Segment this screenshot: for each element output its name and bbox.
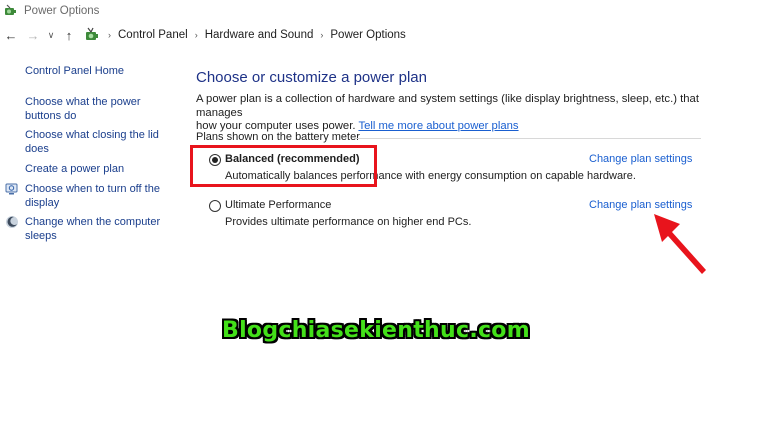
sidebar-item-turn-off-display[interactable]: Choose when to turn off the display: [25, 182, 160, 210]
sidebar-item-label: display: [25, 197, 60, 209]
breadcrumb-separator-icon: ›: [320, 30, 324, 40]
group-divider: [356, 138, 701, 139]
sidebar-item-label: Choose when to turn off the: [25, 183, 160, 195]
forward-arrow-icon[interactable]: →: [22, 24, 44, 46]
title-bar: Power Options: [0, 0, 768, 22]
plans-group-label: Plans shown on the battery meter: [196, 131, 360, 143]
power-options-icon: [5, 4, 16, 15]
change-plan-settings-balanced-link[interactable]: Change plan settings: [589, 153, 692, 165]
breadcrumb-hardware-and-sound[interactable]: Hardware and Sound: [202, 29, 317, 41]
sidebar-item-label: Choose what closing the lid: [25, 129, 159, 141]
watermark-text: Blogchiasekienthuc.com: [222, 318, 530, 343]
sidebar-item-computer-sleeps[interactable]: Change when the computer sleeps: [25, 215, 160, 243]
breadcrumb-separator-icon: ›: [194, 30, 198, 40]
up-arrow-icon[interactable]: ↑: [58, 24, 80, 46]
tell-me-more-link[interactable]: Tell me more about power plans: [358, 120, 518, 132]
moon-sleep-icon: [6, 216, 18, 228]
page-description: A power plan is a collection of hardware…: [196, 93, 736, 134]
page-title: Choose or customize a power plan: [196, 69, 427, 86]
breadcrumb-control-panel[interactable]: Control Panel: [115, 29, 191, 41]
red-arrow-annotation-icon: [654, 214, 706, 274]
sidebar-item-label: Change when the computer: [25, 216, 161, 228]
window-title: Power Options: [24, 5, 100, 17]
sidebar-item-label: Create a power plan: [25, 163, 125, 175]
sidebar-control-panel-home[interactable]: Control Panel Home: [25, 64, 124, 78]
breadcrumb-separator-icon: ›: [108, 30, 111, 40]
plan-ultimate-name[interactable]: Ultimate Performance: [225, 199, 331, 211]
address-bar: ← → ∨ ↑ › Control Panel › Hardware and S…: [0, 24, 768, 46]
sidebar-item-label: buttons do: [25, 110, 77, 122]
plan-ultimate-description: Provides ultimate performance on higher …: [225, 216, 472, 228]
back-arrow-icon[interactable]: ←: [0, 24, 22, 46]
sidebar-item-label: does: [25, 143, 49, 155]
control-panel-icon: [86, 27, 98, 40]
recent-locations-chevron-icon[interactable]: ∨: [44, 24, 58, 46]
sidebar-item-power-buttons[interactable]: Choose what the power buttons do: [25, 95, 141, 123]
plan-ultimate-radio[interactable]: [209, 200, 221, 212]
description-line: A power plan is a collection of hardware…: [196, 93, 699, 119]
monitor-power-icon: [5, 183, 18, 195]
sidebar-item-label: Choose what the power: [25, 96, 141, 108]
sidebar-item-create-power-plan[interactable]: Create a power plan: [25, 162, 124, 176]
sidebar-item-closing-lid[interactable]: Choose what closing the lid does: [25, 128, 159, 156]
breadcrumb-power-options[interactable]: Power Options: [327, 29, 408, 41]
sidebar-item-label: sleeps: [25, 230, 57, 242]
highlight-box-annotation: [190, 145, 377, 187]
